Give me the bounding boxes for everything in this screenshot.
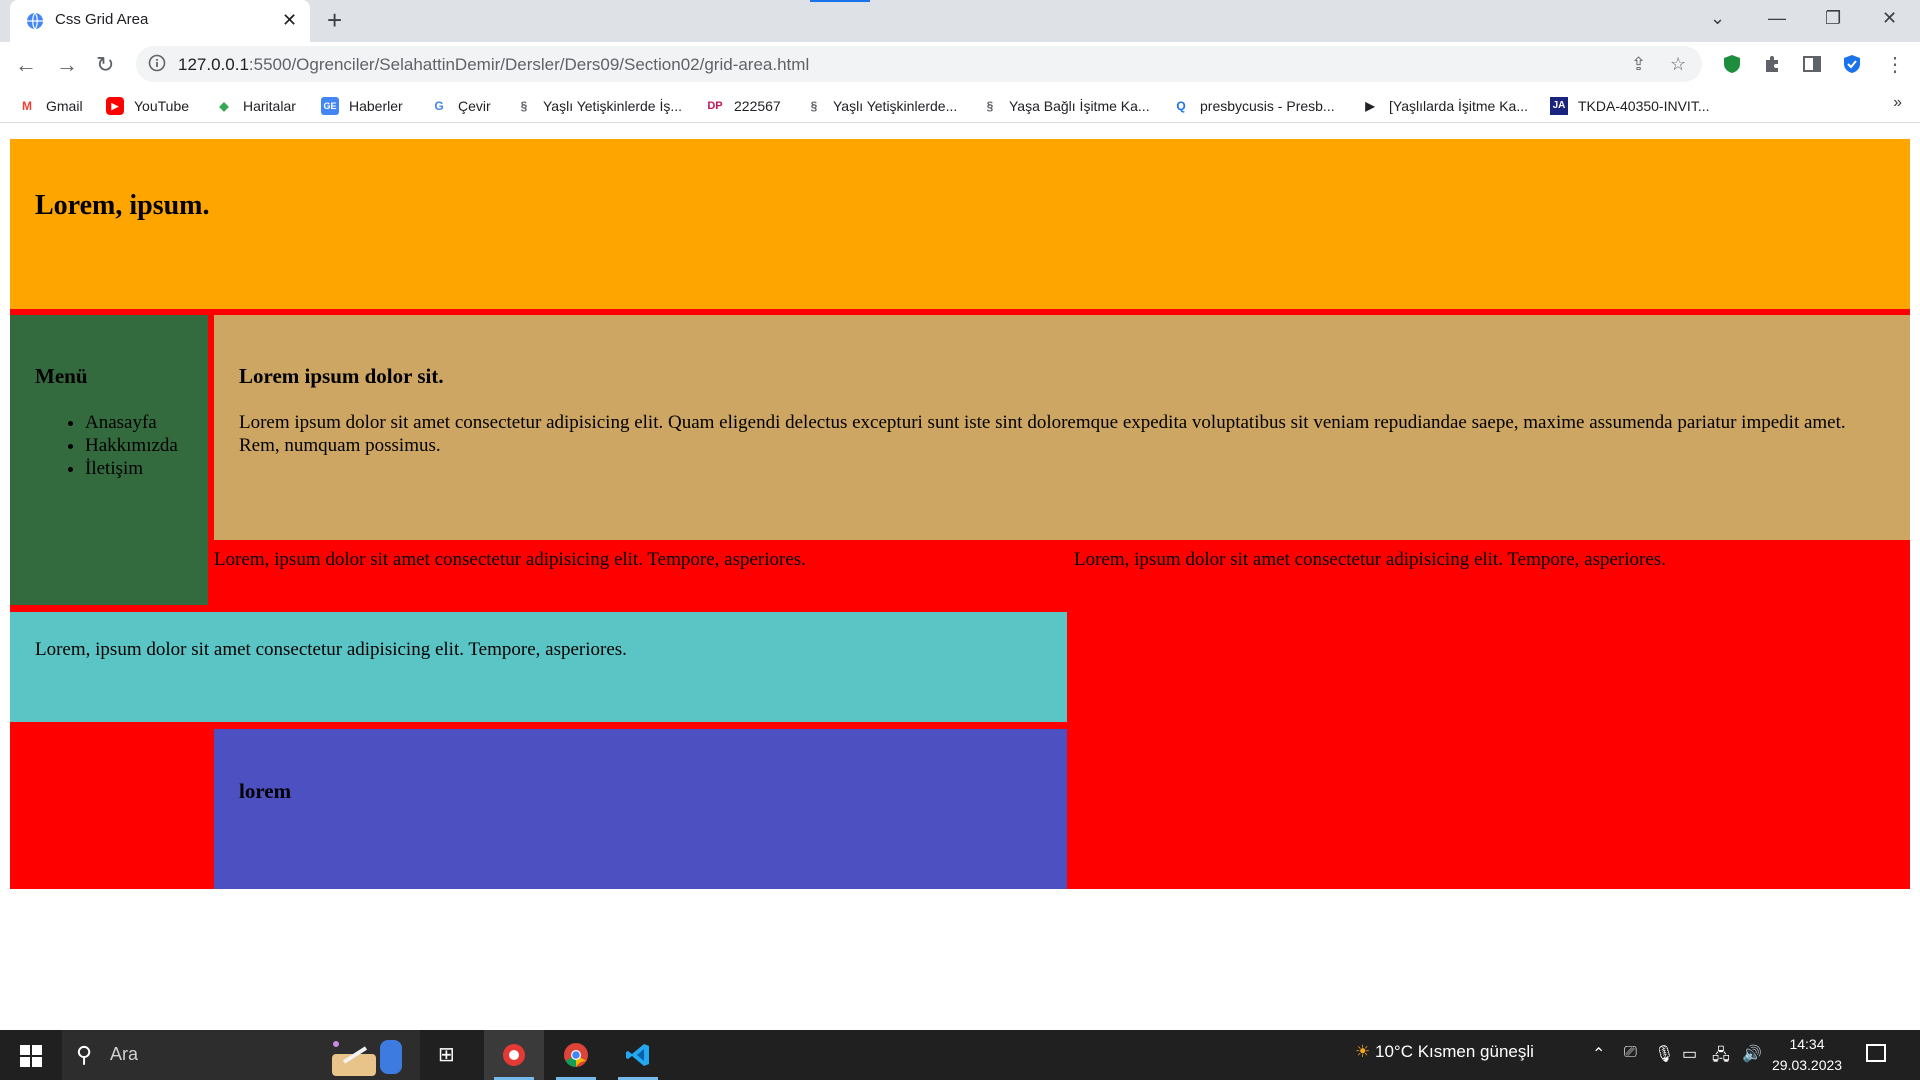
clock-time: 14:34 — [1789, 1036, 1825, 1052]
back-button[interactable]: ← — [15, 52, 37, 78]
menu-kebab-icon[interactable]: ⋮ — [1885, 52, 1905, 77]
bookmarks-bar: M Gmail ▶ YouTube ◆ Haritalar GE Haberler GÇ… — [0, 88, 1920, 123]
tab-strip: Css Grid Area ✕ + ⌄ — ❐ ✕ — [0, 0, 1920, 42]
bookmark-haberler[interactable]: GE Haberler — [321, 96, 403, 116]
side-panel-icon[interactable] — [1802, 54, 1822, 74]
close-tab-icon[interactable]: ✕ — [282, 10, 297, 31]
menu-item-iletisim: İletişim — [85, 457, 178, 480]
extensions-puzzle-icon[interactable] — [1762, 54, 1782, 74]
share-icon[interactable]: ⇪ — [1631, 54, 1646, 75]
profile-shield-icon[interactable] — [1842, 54, 1862, 74]
chrome-icon — [564, 1043, 588, 1067]
loading-indicator — [810, 0, 870, 2]
taskbar: ⚲ Ara ⊞ ☀ 10°C Kısmen güneşli ⌃ ⎚ 🎙 ▭ 🖧 … — [0, 1030, 1920, 1080]
globe-icon — [27, 12, 43, 30]
page-viewport: Lorem, ipsum. Menü Anasayfa Hakkımızda İ… — [0, 123, 1920, 1030]
grid-header: Lorem, ipsum. — [10, 139, 1910, 309]
bookmark-youtube[interactable]: ▶ YouTube — [106, 96, 189, 116]
footer-title: lorem — [239, 779, 292, 803]
bookmark-presbycusis[interactable]: Qpresbycusis - Presb... — [1172, 96, 1334, 116]
search-placeholder: Ara — [110, 1044, 139, 1064]
bookmark-yasli-1[interactable]: § Yaşlı Yetişkinlerde İş... — [515, 96, 682, 116]
restore-button[interactable]: ❐ — [1825, 8, 1841, 29]
bookmark-222567[interactable]: DP 222567 — [706, 96, 780, 116]
link-icon: § — [986, 99, 994, 113]
bookmark-tkda[interactable]: JA TKDA-40350-INVIT... — [1550, 96, 1710, 116]
url-text[interactable]: 127.0.0.1:5500/Ogrenciler/SelahattinDemi… — [178, 55, 809, 75]
maps-icon: ◆ — [219, 99, 229, 113]
grid-sidebar: Menü Anasayfa Hakkımızda İletişim — [10, 315, 208, 605]
main-title: Lorem ipsum dolor sit. — [239, 364, 444, 388]
shield-extension-icon[interactable] — [1722, 54, 1742, 74]
link-icon: § — [810, 99, 818, 113]
header-title: Lorem, ipsum. — [35, 190, 210, 221]
bookmark-yasa-bagli[interactable]: § Yaşa Bağlı İşitme Ka... — [981, 96, 1150, 116]
dp-icon: DP — [707, 100, 723, 112]
grid-content-1: Lorem, ipsum dolor sit amet consectetur … — [214, 540, 1074, 605]
search-q-icon: Q — [1176, 99, 1186, 113]
main-text: Lorem ipsum dolor sit amet consectetur a… — [239, 412, 1846, 456]
meet-now-icon[interactable]: ⎚ — [1624, 1044, 1637, 1062]
taskbar-search[interactable]: ⚲ Ara — [62, 1030, 420, 1080]
network-icon[interactable]: 🖧 — [1712, 1044, 1730, 1071]
app-paint-icon — [503, 1044, 525, 1066]
menu-item-anasayfa: Anasayfa — [85, 411, 178, 434]
tab-css-grid-area[interactable]: Css Grid Area ✕ — [10, 0, 310, 42]
taskbar-app-paint[interactable] — [484, 1030, 544, 1080]
vscode-icon — [626, 1044, 649, 1066]
minimize-button[interactable]: — — [1768, 8, 1786, 29]
tab-title: Css Grid Area — [55, 11, 149, 28]
show-hidden-icons-icon[interactable]: ⌃ — [1592, 1044, 1605, 1064]
link-icon: § — [520, 99, 528, 113]
news-icon: GE — [321, 97, 339, 115]
volume-icon[interactable]: 🔊 — [1742, 1044, 1762, 1064]
more-bookmarks-button[interactable]: » — [1893, 94, 1902, 112]
grid-main: Lorem ipsum dolor sit. Lorem ipsum dolor… — [214, 315, 1910, 540]
weather-widget[interactable]: ☀ 10°C Kısmen güneşli — [1355, 1042, 1534, 1062]
search-icon: ⚲ — [76, 1042, 93, 1067]
bookmark-d-icon: ▶ — [1365, 99, 1375, 113]
content-2-text: Lorem, ipsum dolor sit amet consectetur … — [1074, 549, 1666, 570]
taskbar-app-chrome[interactable] — [546, 1030, 606, 1080]
bookmark-yaslilarda[interactable]: ▶ [Yaşlılarda İşitme Ka... — [1361, 96, 1528, 116]
clock-date: 29.03.2023 — [1772, 1057, 1843, 1073]
info-icon[interactable] — [148, 54, 166, 72]
new-tab-button[interactable]: + — [327, 5, 342, 36]
content-1-text: Lorem, ipsum dolor sit amet consectetur … — [214, 549, 806, 570]
taskbar-app-vscode[interactable] — [608, 1030, 668, 1080]
ad-text: Lorem, ipsum dolor sit amet consectetur … — [35, 639, 627, 660]
bookmark-gmail[interactable]: M Gmail — [18, 96, 83, 116]
menu-title: Menü — [35, 364, 88, 388]
forward-button[interactable]: → — [56, 52, 78, 78]
grid-ad: Lorem, ipsum dolor sit amet consectetur … — [10, 612, 1067, 722]
windows-start-icon[interactable] — [20, 1045, 42, 1067]
microphone-icon[interactable]: 🎙 — [1654, 1044, 1674, 1064]
browser-toolbar: ← → ↻ 127.0.0.1:5500/Ogrenciler/Selahatt… — [0, 42, 1920, 88]
reload-button[interactable]: ↻ — [96, 52, 114, 78]
bookmark-star-icon[interactable]: ☆ — [1670, 54, 1686, 75]
notification-icon[interactable] — [1866, 1044, 1886, 1062]
search-highlight-icon — [332, 1040, 402, 1076]
gmail-icon: M — [22, 99, 32, 113]
task-view-icon[interactable]: ⊞ — [438, 1042, 455, 1067]
translate-icon: G — [434, 99, 444, 113]
bookmark-yasli-2[interactable]: § Yaşlı Yetişkinlerde... — [805, 96, 958, 116]
battery-icon[interactable]: ▭ — [1682, 1044, 1697, 1064]
bookmark-haritalar[interactable]: ◆ Haritalar — [215, 96, 296, 116]
close-window-button[interactable]: ✕ — [1882, 8, 1897, 29]
grid-content-2: Lorem, ipsum dolor sit amet consectetur … — [1074, 540, 1910, 605]
address-bar[interactable]: 127.0.0.1:5500/Ogrenciler/SelahattinDemi… — [136, 46, 1702, 82]
bookmark-cevir[interactable]: G Çevir — [430, 96, 490, 116]
tab-search-icon[interactable]: ⌄ — [1710, 8, 1725, 29]
menu-list: Anasayfa Hakkımızda İletişim — [35, 411, 178, 480]
menu-item-hakkimizda: Hakkımızda — [85, 434, 178, 457]
weather-icon: ☀ — [1355, 1042, 1371, 1061]
weather-text: 10°C Kısmen güneşli — [1374, 1042, 1534, 1061]
grid-container: Lorem, ipsum. Menü Anasayfa Hakkımızda İ… — [10, 139, 1910, 889]
ja-icon: JA — [1550, 97, 1568, 115]
grid-footer: lorem — [214, 729, 1067, 889]
youtube-icon: ▶ — [106, 97, 124, 115]
system-clock[interactable]: 14:34 29.03.2023 — [1772, 1034, 1842, 1076]
